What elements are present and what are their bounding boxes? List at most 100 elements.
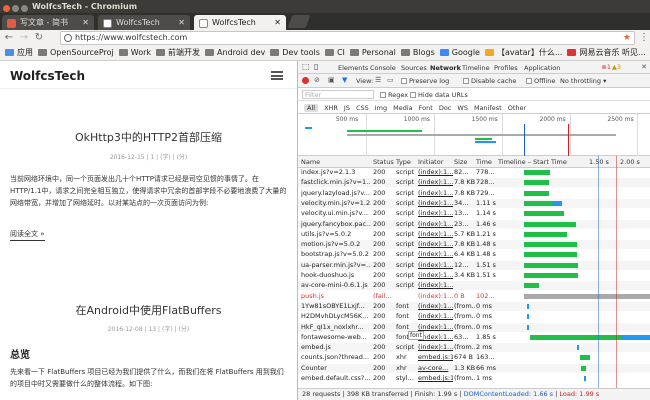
browser-tab-jianshu[interactable]: 写文章 - 简书 ✕ bbox=[2, 15, 94, 31]
cell-init[interactable]: embed.js:1 bbox=[418, 353, 453, 362]
cell-name[interactable]: jquery.lazyload.js?v... bbox=[301, 189, 371, 198]
bookmark-1[interactable]: OpenSourceProj bbox=[38, 46, 114, 60]
tab-timeline[interactable]: Timeline bbox=[462, 64, 490, 72]
bookmark-4[interactable]: Android dev bbox=[205, 46, 265, 60]
hamburger-menu-icon[interactable] bbox=[271, 71, 283, 80]
cell-name[interactable]: velocity.ui.min.js?v... bbox=[301, 209, 371, 218]
post-title[interactable]: OkHttp3中的HTTP2首部压缩 bbox=[0, 129, 297, 145]
cell-name[interactable]: velocity.min.js?v=1.2.1 bbox=[301, 199, 371, 208]
cell-init[interactable]: (index):1... bbox=[418, 343, 453, 352]
bookmark-11[interactable]: 网易云音乐 听见... bbox=[567, 46, 646, 60]
col-initiator[interactable]: Initiator bbox=[418, 158, 443, 166]
large-rows-icon[interactable]: ☰ bbox=[375, 76, 381, 84]
close-window-icon[interactable] bbox=[3, 5, 10, 12]
tab-application[interactable]: Application bbox=[524, 64, 560, 72]
cell-init[interactable]: embed.js:1 bbox=[418, 374, 453, 383]
close-tab-icon[interactable]: ✕ bbox=[82, 15, 89, 30]
close-devtools-icon[interactable]: ✕ bbox=[641, 63, 647, 71]
cell-init[interactable]: av-core... bbox=[418, 364, 453, 373]
cell-init[interactable]: (index):1... bbox=[418, 292, 453, 301]
cell-init[interactable]: (index):1... bbox=[418, 240, 453, 249]
browser-tab-wolfcstech-1[interactable]: WolfcsTech ✕ bbox=[98, 15, 190, 31]
cell-init[interactable]: (index):1... bbox=[418, 250, 453, 259]
bookmark-7[interactable]: Personal bbox=[349, 46, 396, 60]
cell-name[interactable]: utils.js?v=5.0.2 bbox=[301, 230, 371, 239]
cell-init[interactable]: (index):1... bbox=[418, 230, 453, 239]
col-size[interactable]: Size bbox=[454, 158, 467, 166]
cell-init[interactable]: (index):1... bbox=[418, 220, 453, 229]
back-icon[interactable]: ← bbox=[2, 31, 16, 45]
read-more-link[interactable]: 阅读全文 » bbox=[10, 229, 45, 241]
checkbox-box[interactable] bbox=[526, 78, 532, 84]
bookmark-5[interactable]: Dev tools bbox=[270, 46, 320, 60]
col-waterfall[interactable]: Timeline – Start Time bbox=[498, 158, 567, 166]
type-filter-media[interactable]: Media bbox=[393, 104, 413, 112]
filter-icon[interactable]: ▼ bbox=[342, 76, 347, 84]
cell-init[interactable]: (index):1... bbox=[418, 302, 453, 311]
regex-checkbox[interactable]: Regex bbox=[380, 91, 408, 99]
checkbox-box[interactable] bbox=[410, 92, 416, 98]
cell-name[interactable]: push.js bbox=[301, 292, 371, 301]
bookmark-2[interactable]: Work bbox=[118, 46, 151, 60]
checkbox-box[interactable] bbox=[380, 92, 386, 98]
disable-cache-checkbox[interactable]: Disable cache bbox=[463, 77, 516, 85]
cell-name[interactable]: Counter bbox=[301, 364, 371, 373]
cell-init[interactable]: (index):1... bbox=[418, 168, 453, 177]
type-filter-js[interactable]: JS bbox=[344, 104, 350, 112]
site-title[interactable]: WolfcsTech bbox=[10, 69, 85, 83]
bookmark-0[interactable]: 应用 bbox=[5, 46, 33, 60]
type-filter-css[interactable]: CSS bbox=[356, 104, 369, 112]
type-filter-doc[interactable]: Doc bbox=[439, 104, 452, 112]
cell-name[interactable]: 1Yw81sOBYE1Lxjf... bbox=[301, 302, 371, 311]
type-filter-xhr[interactable]: XHR bbox=[324, 104, 338, 112]
clear-icon[interactable]: ⊘ bbox=[314, 76, 320, 84]
cell-name[interactable]: fastclick.min.js?v=1... bbox=[301, 178, 371, 187]
type-filter-img[interactable]: Img bbox=[375, 104, 387, 112]
cell-name[interactable]: index.js?v=2.1.3 bbox=[301, 168, 371, 177]
bookmark-8[interactable]: Blogs bbox=[400, 46, 435, 60]
record-icon[interactable] bbox=[302, 77, 309, 84]
post-title[interactable]: 在Android中使用FlatBuffers bbox=[0, 302, 297, 318]
close-tab-icon[interactable]: ✕ bbox=[274, 15, 281, 30]
capture-screenshots-icon[interactable]: ▣ bbox=[328, 76, 335, 84]
inspect-element-icon[interactable]: ⬚ bbox=[302, 62, 310, 71]
col-name[interactable]: Name bbox=[301, 158, 320, 166]
bookmark-9[interactable]: Google bbox=[439, 46, 480, 60]
cell-name[interactable]: ua-parser.min.js?v=... bbox=[301, 261, 371, 270]
minimize-window-icon[interactable] bbox=[12, 5, 19, 12]
tab-elements[interactable]: Elements bbox=[338, 64, 368, 72]
throttling-select[interactable]: No throttling ▾ bbox=[560, 77, 606, 85]
error-count-badge[interactable]: ⊗1 bbox=[601, 63, 611, 71]
maximize-window-icon[interactable] bbox=[21, 5, 28, 12]
cell-name[interactable]: counts.json?thread... bbox=[301, 353, 371, 362]
overview-icon[interactable]: ▭ bbox=[387, 76, 394, 84]
device-mode-icon[interactable]: ▯ bbox=[314, 62, 318, 71]
cell-name[interactable]: hook-duoshuo.js bbox=[301, 271, 371, 280]
cell-init[interactable]: (index):1... bbox=[418, 209, 453, 218]
cell-name[interactable]: fontawesome-web... bbox=[301, 333, 371, 342]
bookmark-3[interactable]: 前端开发 bbox=[156, 46, 200, 60]
type-filter-other[interactable]: Other bbox=[508, 104, 526, 112]
bookmark-6[interactable]: CI bbox=[324, 46, 345, 60]
checkbox-box[interactable] bbox=[463, 78, 469, 84]
forward-icon[interactable]: → bbox=[17, 31, 31, 45]
tab-profiles[interactable]: Profiles bbox=[494, 64, 518, 72]
type-filter-font[interactable]: Font bbox=[419, 104, 433, 112]
bookmark-star-icon[interactable]: ★ bbox=[623, 32, 631, 44]
col-time[interactable]: Time bbox=[476, 158, 492, 166]
type-filter-manifest[interactable]: Manifest bbox=[474, 104, 502, 112]
cell-init[interactable]: (index):1... bbox=[418, 281, 453, 290]
cell-init[interactable]: (index):1... bbox=[418, 178, 453, 187]
cell-init[interactable]: (index):1... bbox=[418, 312, 453, 321]
filter-input[interactable]: Filter bbox=[302, 90, 374, 99]
col-status[interactable]: Status bbox=[373, 158, 394, 166]
hide-data-urls-checkbox[interactable]: Hide data URLs bbox=[410, 91, 468, 99]
close-tab-icon[interactable]: ✕ bbox=[178, 15, 185, 30]
warning-count-badge[interactable]: ▲3 bbox=[612, 63, 621, 71]
offline-checkbox[interactable]: Offline bbox=[526, 77, 555, 85]
browser-tab-wolfcstech-active[interactable]: WolfcsTech ✕ bbox=[194, 15, 286, 31]
cell-name[interactable]: embed.js bbox=[301, 343, 371, 352]
cell-name[interactable]: motion.js?v=5.0.2 bbox=[301, 240, 371, 249]
bookmark-10[interactable]: 【avatar】什么... bbox=[484, 46, 562, 60]
cell-init[interactable]: (index):1... bbox=[418, 271, 453, 280]
